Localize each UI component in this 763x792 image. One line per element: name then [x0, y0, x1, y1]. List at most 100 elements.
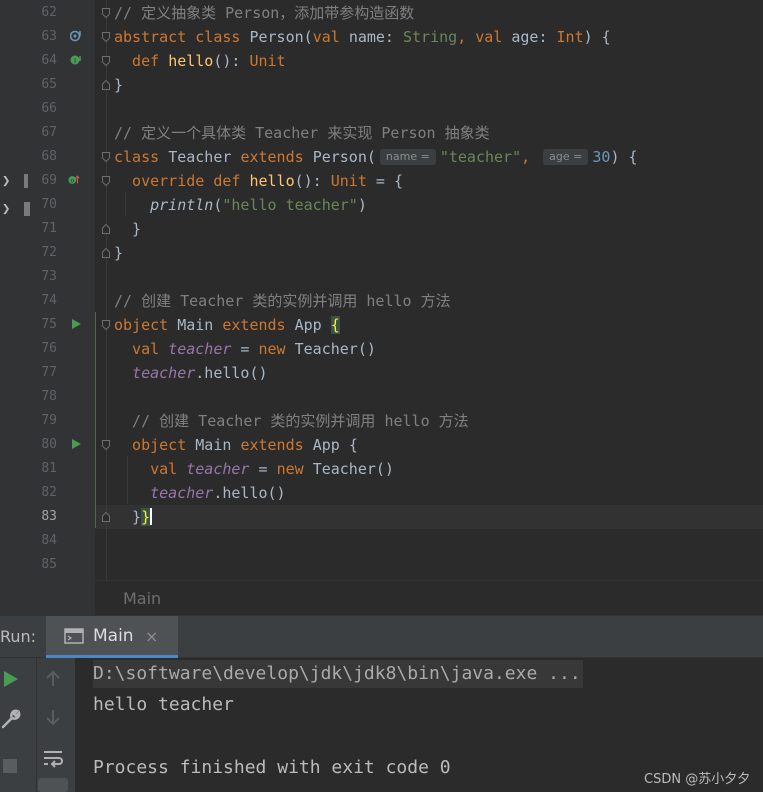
- code-token: object: [114, 436, 196, 454]
- code-token: // 创建 Teacher 类的实例并调用 hello 方法: [114, 292, 451, 310]
- code-token: ): [357, 196, 367, 214]
- fold-open-icon[interactable]: [102, 152, 110, 162]
- code-token: .hello(): [213, 484, 286, 502]
- tab-main[interactable]: Main ×: [46, 616, 178, 658]
- svg-text:I: I: [74, 57, 76, 65]
- code-token: =: [249, 460, 277, 478]
- code-token: App: [312, 436, 349, 454]
- run-gutter-icon[interactable]: [70, 318, 82, 330]
- fold-open-icon[interactable]: [102, 56, 110, 66]
- code-token: Unit: [249, 52, 286, 70]
- code-token: }: [114, 244, 124, 262]
- wrench-icon[interactable]: [0, 708, 22, 730]
- code-line[interactable]: abstract class Person(val name: String, …: [114, 25, 611, 49]
- code-token: teacher: [168, 340, 232, 358]
- code-token: extends: [222, 316, 295, 334]
- code-line[interactable]: object Main extends App {: [114, 433, 358, 457]
- line-number: 66: [41, 101, 57, 116]
- console-output-line: hello teacher: [93, 694, 234, 715]
- code-line[interactable]: // 定义一个具体类 Teacher 来实现 Person 抽象类: [114, 121, 490, 145]
- line-number: 72: [41, 245, 57, 260]
- fold-close-icon[interactable]: [102, 80, 110, 90]
- code-line[interactable]: def hello(): Unit: [114, 49, 286, 73]
- stop-icon[interactable]: [2, 758, 18, 774]
- structure-marker-icon: [24, 202, 30, 216]
- left-tool-strip: ❯ ❯: [0, 0, 33, 615]
- console-exit-status: Process finished with exit code 0: [93, 757, 451, 778]
- code-line[interactable]: }: [114, 73, 123, 97]
- arrow-up-icon[interactable]: [44, 670, 62, 688]
- code-line[interactable]: val teacher = new Teacher(): [114, 337, 376, 361]
- fold-open-icon[interactable]: [102, 320, 110, 330]
- implemented-icon[interactable]: [70, 30, 82, 42]
- code-token: Teacher(): [312, 460, 394, 478]
- code-token: ():: [213, 52, 250, 70]
- implemented-method-icon[interactable]: I: [70, 54, 82, 66]
- run-panel-header: Run: Main ×: [0, 615, 763, 658]
- code-token: =: [231, 340, 259, 358]
- code-token: = {: [375, 172, 403, 190]
- console-command-line[interactable]: D:\software\develop\jdk\jdk8\bin\java.ex…: [93, 660, 583, 688]
- code-token: Main: [177, 316, 223, 334]
- fold-close-icon[interactable]: [102, 224, 110, 234]
- line-number: 67: [41, 125, 57, 140]
- rerun-icon[interactable]: [2, 670, 20, 688]
- fold-open-icon[interactable]: [102, 440, 110, 450]
- run-gutter-icon[interactable]: [70, 438, 82, 450]
- soft-wrap-icon[interactable]: [42, 748, 64, 770]
- scroll-to-end-button[interactable]: [38, 778, 68, 792]
- code-token: Int: [556, 28, 584, 46]
- code-token: val: [114, 460, 187, 478]
- code-line[interactable]: class Teacher extends Person(name = "teac…: [114, 145, 638, 169]
- code-line[interactable]: object Main extends App {: [114, 313, 340, 337]
- code-line[interactable]: // 创建 Teacher 类的实例并调用 hello 方法: [114, 409, 469, 433]
- parameter-hint: name =: [379, 149, 436, 165]
- code-token: Teacher: [168, 148, 241, 166]
- fold-open-icon[interactable]: [102, 176, 110, 186]
- line-number: 78: [41, 389, 57, 404]
- breadcrumb: Main: [95, 580, 763, 616]
- code-token: extends: [240, 436, 313, 454]
- code-token: Person(: [249, 28, 313, 46]
- arrow-down-icon[interactable]: [44, 708, 62, 726]
- code-token: class: [114, 148, 169, 166]
- line-number: 77: [41, 365, 57, 380]
- code-token: hello: [168, 52, 214, 70]
- code-line[interactable]: teacher.hello(): [114, 361, 267, 385]
- code-token: String: [403, 28, 458, 46]
- parameter-hint: age =: [543, 149, 589, 165]
- override-icon[interactable]: o: [68, 174, 80, 186]
- fold-open-icon[interactable]: [102, 8, 110, 18]
- fold-close-icon[interactable]: [102, 512, 110, 522]
- code-line[interactable]: // 创建 Teacher 类的实例并调用 hello 方法: [114, 289, 451, 313]
- code-line[interactable]: override def hello(): Unit = {: [114, 169, 403, 193]
- code-line[interactable]: }: [114, 241, 123, 265]
- code-token: Unit: [330, 172, 376, 190]
- breadcrumb-item-main[interactable]: Main: [123, 589, 161, 608]
- code-line[interactable]: }}: [114, 505, 153, 529]
- close-icon[interactable]: ×: [145, 627, 158, 646]
- fold-close-icon[interactable]: [102, 248, 110, 258]
- line-number: 64: [41, 53, 57, 68]
- code-token: Teacher(): [294, 340, 376, 358]
- code-token: "teacher": [439, 148, 522, 166]
- code-token: new: [258, 340, 295, 358]
- line-number: 68: [41, 149, 57, 164]
- code-token: }: [114, 76, 124, 94]
- expand-arrow-icon[interactable]: ❯: [2, 174, 10, 188]
- code-line[interactable]: // 定义抽象类 Person，添加带参构造函数: [114, 1, 414, 25]
- line-number: 79: [41, 413, 57, 428]
- line-number: 84: [41, 533, 57, 548]
- code-line[interactable]: teacher.hello(): [114, 481, 286, 505]
- code-line[interactable]: println("hello teacher"): [114, 193, 367, 217]
- code-line[interactable]: val teacher = new Teacher(): [114, 457, 394, 481]
- fold-open-icon[interactable]: [102, 32, 110, 42]
- code-line[interactable]: }: [114, 217, 141, 241]
- expand-arrow-icon[interactable]: ❯: [2, 202, 10, 216]
- line-number: 65: [41, 77, 57, 92]
- line-number: 62: [41, 5, 57, 20]
- code-token: // 定义抽象类 Person，添加带参构造函数: [114, 4, 415, 22]
